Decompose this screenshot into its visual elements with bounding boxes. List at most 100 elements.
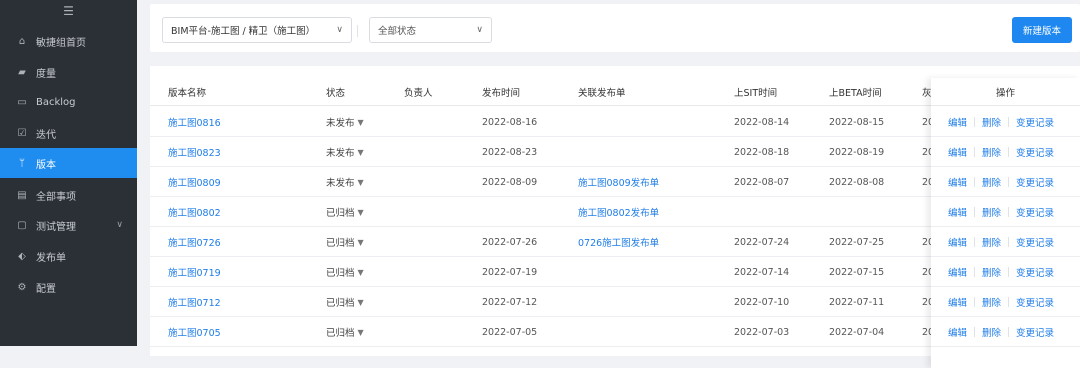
- version-name-link[interactable]: 施工图0719: [168, 265, 221, 279]
- cell-status[interactable]: 已归档 ▼: [326, 257, 364, 287]
- history-link[interactable]: 变更记录: [1016, 115, 1054, 129]
- cell-name[interactable]: 施工图0705: [168, 317, 221, 347]
- cell-name[interactable]: 施工图0712: [168, 287, 221, 317]
- release-link[interactable]: 施工图0802发布单: [578, 205, 659, 219]
- delete-link[interactable]: 删除: [982, 325, 1001, 339]
- cell-text: 2022-07-05: [482, 326, 538, 338]
- version-name-link[interactable]: 施工图0712: [168, 295, 221, 309]
- cell-name[interactable]: 施工图0802: [168, 197, 221, 227]
- version-name-link[interactable]: 施工图0705: [168, 325, 221, 339]
- header-release[interactable]: 关联发布单: [578, 78, 626, 106]
- row-actions: 编辑 删除 变更记录: [931, 317, 1080, 347]
- caret-down-icon[interactable]: ▼: [358, 298, 364, 307]
- history-link[interactable]: 变更记录: [1016, 325, 1054, 339]
- header-ops: 操作: [931, 78, 1080, 106]
- cell-status[interactable]: 已归档 ▼: [326, 287, 364, 317]
- sidebar-item-1[interactable]: ▰ 度量: [0, 57, 137, 87]
- caret-down-icon[interactable]: ▼: [358, 118, 364, 127]
- cell-status[interactable]: 未发布 ▼: [326, 107, 364, 137]
- edit-link[interactable]: 编辑: [948, 295, 967, 309]
- edit-link[interactable]: 编辑: [948, 145, 967, 159]
- version-name-link[interactable]: 施工图0816: [168, 115, 221, 129]
- delete-link[interactable]: 删除: [982, 295, 1001, 309]
- iteration-icon: ☑: [17, 127, 27, 139]
- header-status[interactable]: 状态: [326, 78, 345, 106]
- cell-status[interactable]: 已归档 ▼: [326, 317, 364, 347]
- history-link[interactable]: 变更记录: [1016, 205, 1054, 219]
- delete-link[interactable]: 删除: [982, 265, 1001, 279]
- sidebar-item-6[interactable]: ▢ 测试管理 ∨: [0, 210, 137, 240]
- sidebar-item-3[interactable]: ☑ 迭代: [0, 118, 137, 148]
- filter-toolbar: BIM平台-施工图 / 精卫（施工图） ∨ 全部状态 ∨ 新建版本: [150, 4, 1080, 52]
- history-link[interactable]: 变更记录: [1016, 265, 1054, 279]
- header-owner[interactable]: 负责人: [404, 78, 433, 106]
- version-name-link[interactable]: 施工图0802: [168, 205, 221, 219]
- caret-down-icon[interactable]: ▼: [358, 178, 364, 187]
- cell-name[interactable]: 施工图0726: [168, 227, 221, 257]
- version-name-link[interactable]: 施工图0809: [168, 175, 221, 189]
- edit-link[interactable]: 编辑: [948, 175, 967, 189]
- version-name-link[interactable]: 施工图0726: [168, 235, 221, 249]
- edit-link[interactable]: 编辑: [948, 325, 967, 339]
- header-name[interactable]: 版本名称: [168, 78, 206, 106]
- sidebar-item-8[interactable]: ⚙ 配置: [0, 272, 137, 302]
- delete-link[interactable]: 删除: [982, 205, 1001, 219]
- header-beta-time[interactable]: 上BETA时间: [829, 78, 882, 106]
- sidebar-item-7[interactable]: ⬖ 发布单: [0, 241, 137, 271]
- cell-release[interactable]: 施工图0809发布单: [578, 167, 659, 197]
- row-actions: 编辑 删除 变更记录: [931, 197, 1080, 227]
- cell-status[interactable]: 未发布 ▼: [326, 137, 364, 167]
- divider: [974, 176, 976, 187]
- delete-link[interactable]: 删除: [982, 115, 1001, 129]
- cell-name[interactable]: 施工图0809: [168, 167, 221, 197]
- delete-link[interactable]: 删除: [982, 145, 1001, 159]
- sidebar-item-2[interactable]: ▭ Backlog: [0, 87, 137, 117]
- sidebar-item-5[interactable]: ▤ 全部事项: [0, 180, 137, 210]
- history-link[interactable]: 变更记录: [1016, 235, 1054, 249]
- history-link[interactable]: 变更记录: [1016, 145, 1054, 159]
- divider: [974, 326, 976, 337]
- edit-link[interactable]: 编辑: [948, 235, 967, 249]
- menu-fold-icon[interactable]: ☰: [0, 0, 137, 22]
- caret-down-icon[interactable]: ▼: [358, 208, 364, 217]
- sidebar-item-0[interactable]: ⌂ 敏捷组首页: [0, 26, 137, 56]
- delete-link[interactable]: 删除: [982, 235, 1001, 249]
- cell-sit-time: 2022-08-18: [734, 137, 789, 167]
- divider: [974, 206, 976, 217]
- cell-name[interactable]: 施工图0823: [168, 137, 221, 167]
- divider: [1008, 176, 1010, 187]
- cell-publish-time: 2022-07-12: [482, 287, 537, 317]
- cell-release[interactable]: 0726施工图发布单: [578, 227, 659, 257]
- caret-down-icon[interactable]: ▼: [358, 328, 364, 337]
- cell-status[interactable]: 未发布 ▼: [326, 167, 364, 197]
- edit-link[interactable]: 编辑: [948, 205, 967, 219]
- new-version-button[interactable]: 新建版本: [1012, 17, 1072, 43]
- cell-text: 2022-08-08: [829, 176, 885, 188]
- history-link[interactable]: 变更记录: [1016, 175, 1054, 189]
- caret-down-icon[interactable]: ▼: [358, 238, 364, 247]
- sidebar-item-4[interactable]: ᛘ 版本: [0, 148, 137, 178]
- cell-text: 已归档: [326, 268, 355, 279]
- cell-text: 2022-08-19: [829, 146, 885, 158]
- cell-name[interactable]: 施工图0719: [168, 257, 221, 287]
- status-select[interactable]: 全部状态 ∨: [369, 17, 492, 43]
- release-link[interactable]: 施工图0809发布单: [578, 175, 659, 189]
- cell-release[interactable]: 施工图0802发布单: [578, 197, 659, 227]
- caret-down-icon[interactable]: ▼: [358, 268, 364, 277]
- history-link[interactable]: 变更记录: [1016, 295, 1054, 309]
- cell-status[interactable]: 已归档 ▼: [326, 197, 364, 227]
- edit-link[interactable]: 编辑: [948, 115, 967, 129]
- release-link[interactable]: 0726施工图发布单: [578, 235, 659, 249]
- header-sit-time[interactable]: 上SIT时间: [734, 78, 777, 106]
- caret-down-icon[interactable]: ▼: [358, 148, 364, 157]
- edit-link[interactable]: 编辑: [948, 265, 967, 279]
- cell-status[interactable]: 已归档 ▼: [326, 227, 364, 257]
- divider: [1008, 266, 1010, 277]
- cell-text: 2022-07-14: [734, 266, 790, 278]
- sidebar-item-label: Backlog: [36, 96, 76, 108]
- delete-link[interactable]: 删除: [982, 175, 1001, 189]
- project-select[interactable]: BIM平台-施工图 / 精卫（施工图） ∨: [162, 17, 352, 43]
- version-name-link[interactable]: 施工图0823: [168, 145, 221, 159]
- cell-name[interactable]: 施工图0816: [168, 107, 221, 137]
- header-publish-time[interactable]: 发布时间: [482, 78, 520, 106]
